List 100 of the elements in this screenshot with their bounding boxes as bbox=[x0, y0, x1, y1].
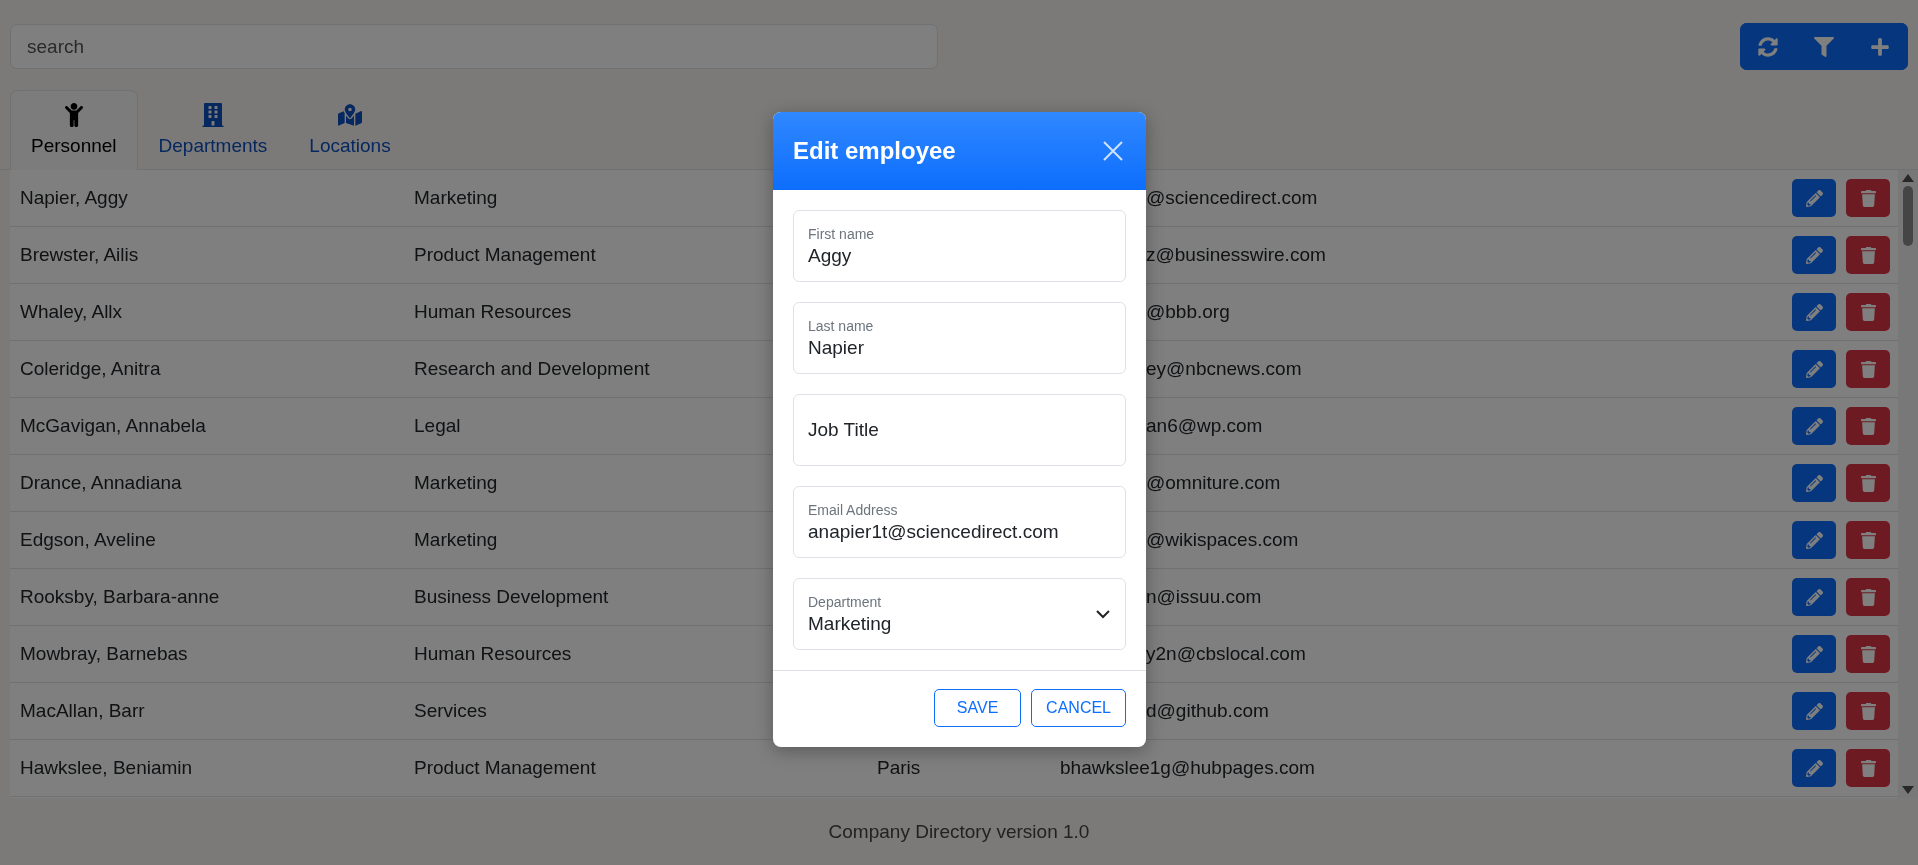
pencil-icon bbox=[1805, 531, 1823, 549]
trash-icon bbox=[1859, 303, 1877, 321]
table-cell: Human Resources bbox=[414, 643, 572, 665]
table-cell: @bbb.org bbox=[1146, 301, 1230, 323]
table-cell: Mowbray, Barnebas bbox=[20, 643, 188, 665]
table-cell: McGavigan, Annabela bbox=[20, 415, 206, 437]
edit-button[interactable] bbox=[1792, 464, 1836, 502]
pencil-icon bbox=[1805, 474, 1823, 492]
table-cell: an6@wp.com bbox=[1146, 415, 1263, 437]
tab-label: Locations bbox=[309, 135, 391, 157]
edit-button[interactable] bbox=[1792, 635, 1836, 673]
table-cell: Business Development bbox=[414, 586, 609, 608]
edit-button[interactable] bbox=[1792, 350, 1836, 388]
pencil-icon bbox=[1805, 303, 1823, 321]
trash-icon bbox=[1859, 474, 1877, 492]
table-cell: Services bbox=[414, 700, 487, 722]
table-cell: Marketing bbox=[414, 472, 498, 494]
scroll-up-icon[interactable] bbox=[1902, 174, 1914, 182]
trash-icon bbox=[1859, 246, 1877, 264]
table-cell: Rooksby, Barbara-anne bbox=[20, 586, 220, 608]
delete-button[interactable] bbox=[1846, 464, 1890, 502]
table-cell: Marketing bbox=[414, 529, 498, 551]
trash-icon bbox=[1859, 360, 1877, 378]
cancel-button[interactable]: CANCEL bbox=[1031, 689, 1126, 727]
edit-button[interactable] bbox=[1792, 578, 1836, 616]
delete-button[interactable] bbox=[1846, 692, 1890, 730]
table-cell: d@github.com bbox=[1146, 700, 1269, 722]
table-cell: Brewster, Ailis bbox=[20, 244, 139, 266]
table-cell: ey@nbcnews.com bbox=[1146, 358, 1302, 380]
edit-button[interactable] bbox=[1792, 407, 1836, 445]
delete-button[interactable] bbox=[1846, 179, 1890, 217]
table-cell: Coleridge, Anitra bbox=[20, 358, 161, 380]
footer-text: Company Directory version 1.0 bbox=[828, 820, 1090, 843]
input-field[interactable]: Job Title bbox=[793, 394, 1126, 466]
edit-button[interactable] bbox=[1792, 692, 1836, 730]
delete-button[interactable] bbox=[1846, 407, 1890, 445]
delete-button[interactable] bbox=[1846, 350, 1890, 388]
edit-button[interactable] bbox=[1792, 521, 1836, 559]
pencil-icon bbox=[1805, 702, 1823, 720]
pencil-icon bbox=[1805, 645, 1823, 663]
table-cell: Napier, Aggy bbox=[20, 187, 128, 209]
tab-label: Departments bbox=[158, 135, 268, 157]
trash-icon bbox=[1859, 702, 1877, 720]
table-cell: Paris bbox=[877, 757, 921, 779]
delete-button[interactable] bbox=[1846, 578, 1890, 616]
table-cell: Human Resources bbox=[414, 301, 572, 323]
scroll-down-icon[interactable] bbox=[1902, 786, 1914, 794]
table-cell: Drance, Annadiana bbox=[20, 472, 182, 494]
refresh-icon bbox=[1758, 36, 1778, 57]
table-cell: @wikispaces.com bbox=[1146, 529, 1299, 551]
search-field[interactable]: search bbox=[10, 24, 938, 69]
pencil-icon bbox=[1805, 189, 1823, 207]
table-cell: y2n@cbslocal.com bbox=[1146, 643, 1306, 665]
table-cell: Edgson, Aveline bbox=[20, 529, 156, 551]
pencil-icon bbox=[1805, 759, 1823, 777]
trash-icon bbox=[1859, 588, 1877, 606]
table-cell: MacAllan, Barr bbox=[20, 700, 145, 722]
delete-button[interactable] bbox=[1846, 521, 1890, 559]
table-cell: Research and Development bbox=[414, 358, 650, 380]
table-cell: Legal bbox=[414, 415, 461, 437]
edit-button[interactable] bbox=[1792, 293, 1836, 331]
trash-icon bbox=[1859, 417, 1877, 435]
table-cell: Marketing bbox=[414, 187, 498, 209]
delete-button[interactable] bbox=[1846, 749, 1890, 787]
edit-button[interactable] bbox=[1792, 749, 1836, 787]
tab[interactable]: Personnel bbox=[10, 90, 138, 170]
table-cell: bhawkslee1g@hubpages.com bbox=[1060, 757, 1315, 779]
delete-button[interactable] bbox=[1846, 293, 1890, 331]
table-cell: Product Management bbox=[414, 757, 596, 779]
building-icon bbox=[200, 103, 225, 127]
table-cell: Product Management bbox=[414, 244, 596, 266]
edit-button[interactable] bbox=[1792, 236, 1836, 274]
input-field[interactable]: First name Aggy bbox=[793, 210, 1126, 282]
delete-button[interactable] bbox=[1846, 635, 1890, 673]
dialog-title: Edit employee bbox=[793, 137, 956, 165]
input-field[interactable]: Email Address anapier1t@sciencedirect.com bbox=[793, 486, 1126, 558]
department-select[interactable]: Department Marketing bbox=[793, 578, 1126, 650]
table-cell: n@issuu.com bbox=[1146, 586, 1262, 608]
trash-icon bbox=[1859, 645, 1877, 663]
map-marker-icon bbox=[338, 103, 362, 127]
trash-icon bbox=[1859, 759, 1877, 777]
trash-icon bbox=[1859, 189, 1877, 207]
tab-label: Personnel bbox=[31, 135, 117, 157]
input-field[interactable]: Last name Napier bbox=[793, 302, 1126, 374]
delete-button[interactable] bbox=[1846, 236, 1890, 274]
trash-icon bbox=[1859, 531, 1877, 549]
pencil-icon bbox=[1805, 588, 1823, 606]
pencil-icon bbox=[1805, 246, 1823, 264]
filter-icon bbox=[1814, 36, 1834, 57]
table-cell: z@businesswire.com bbox=[1146, 244, 1326, 266]
pencil-icon bbox=[1805, 360, 1823, 378]
save-button[interactable]: SAVE bbox=[934, 689, 1022, 727]
table-cell: Hawkslee, Beniamin bbox=[20, 757, 193, 779]
scrollbar-thumb[interactable] bbox=[1903, 186, 1913, 246]
table-cell: Whaley, Allx bbox=[20, 301, 123, 323]
table-cell: @sciencedirect.com bbox=[1146, 187, 1318, 209]
pencil-icon bbox=[1805, 417, 1823, 435]
edit-button[interactable] bbox=[1792, 179, 1836, 217]
plus-icon bbox=[1870, 36, 1890, 57]
table-cell: @omniture.com bbox=[1146, 472, 1281, 494]
